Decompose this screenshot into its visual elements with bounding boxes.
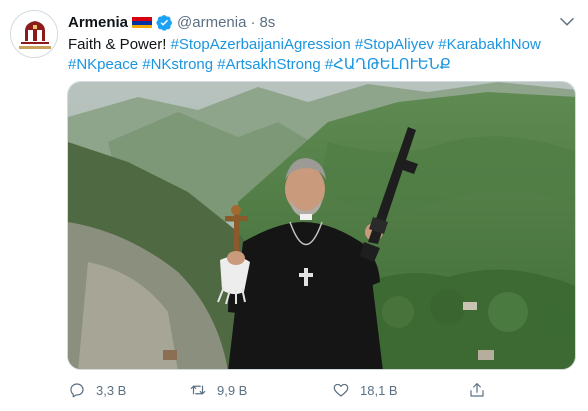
armenian-church-logo-icon — [11, 11, 57, 57]
reply-count: 3,3 B — [96, 382, 127, 398]
like-count: 18,1 B — [360, 382, 398, 398]
share-button[interactable] — [468, 378, 486, 402]
retweet-count: 9,9 B — [217, 382, 248, 398]
hashtag-link[interactable]: #KarabakhNow — [438, 36, 541, 53]
retweet-icon — [190, 385, 206, 395]
hashtag-link[interactable]: #NKstrong — [142, 56, 213, 73]
tweet-timestamp[interactable]: 8s — [259, 14, 275, 31]
tweet-actions: 3,3 B 9,9 B 18,1 B — [68, 378, 568, 402]
reply-button[interactable]: 3,3 B — [68, 378, 126, 402]
retweet-button[interactable]: 9,9 B — [189, 378, 247, 402]
photo-priest-holding-cross-and-rifle-in-mountains — [68, 82, 575, 369]
hashtag-link[interactable]: #StopAliyev — [355, 36, 434, 53]
like-button[interactable]: 18,1 B — [332, 378, 398, 402]
author-name[interactable]: Armenia — [68, 14, 128, 31]
tweet-text: Faith & Power! #StopAzerbaijaniAgression… — [68, 35, 568, 75]
hashtag-link[interactable]: #ArtsakhStrong — [217, 56, 320, 73]
tweet-photo[interactable] — [67, 81, 576, 370]
tweet-text-line-1: Faith & Power! #StopAzerbaijaniAgression… — [68, 35, 568, 55]
tweet-header: Armenia @armenia · 8s — [68, 12, 275, 32]
reply-icon — [70, 383, 84, 398]
share-icon — [470, 383, 484, 397]
tweet-card[interactable]: Armenia @armenia · 8s Faith & Power! #St… — [0, 0, 588, 411]
hashtag-link[interactable]: #NKpeace — [68, 56, 138, 73]
tweet-plain-text: Faith & Power! — [68, 36, 167, 53]
hashtag-link[interactable]: #StopAzerbaijaniAgression — [171, 36, 351, 53]
armenia-flag-icon — [132, 16, 153, 28]
verified-badge-icon — [156, 14, 173, 31]
tweet-text-line-2: #NKpeace #NKstrong #ArtsakhStrong #ՀԱՂԹԵ… — [68, 55, 568, 75]
hashtag-link[interactable]: #ՀԱՂԹԵԼՈՒԵՆՔ — [325, 56, 451, 73]
more-options-caret-icon[interactable] — [558, 12, 576, 30]
separator-dot: · — [250, 13, 256, 31]
author-avatar[interactable] — [10, 10, 58, 58]
like-icon — [333, 383, 349, 397]
author-handle[interactable]: @armenia — [177, 14, 246, 31]
